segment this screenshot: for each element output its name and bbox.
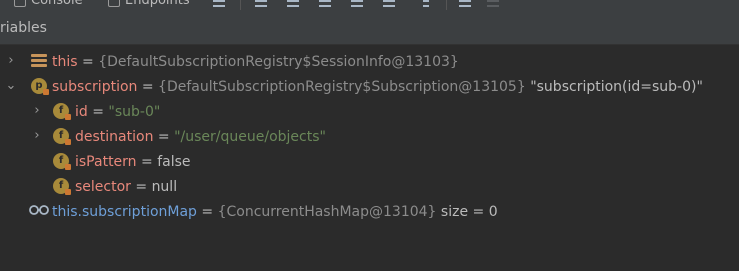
variable-name: destination [75,129,154,145]
tree-row-destination[interactable]: › f destination = "/user/queue/objects" [0,125,739,149]
equals-sign: = [157,129,170,145]
panel-title: riables [0,20,47,36]
variable-value: "/user/queue/objects" [174,129,326,145]
tree-row-ispattern[interactable]: f isPattern = false [0,150,739,174]
variable-tostring: "subscription(id=sub-0)" [530,79,703,95]
tab-console[interactable]: Console [14,0,83,8]
step-out-button[interactable] [350,0,364,9]
equals-sign: = [141,154,153,170]
variable-type: {ConcurrentHashMap@13104} [217,204,437,220]
tree-row-id[interactable]: › f id = "sub-0" [0,100,739,124]
tab-console-label: Console [31,0,83,8]
debug-toolbar: Console Endpoints [0,0,739,11]
tab-endpoints-label: Endpoints [125,0,190,8]
chevron-right-icon[interactable]: › [5,54,17,67]
variable-name: selector [75,179,131,195]
watch-expression-name: this.subscriptionMap [52,204,197,220]
parameter-icon: p [31,78,49,95]
chevron-down-icon[interactable]: ⌄ [5,79,17,92]
field-icon: f [53,178,71,195]
step-over-button[interactable] [254,0,268,9]
chevron-right-icon[interactable]: › [31,129,43,142]
tree-row-subscription[interactable]: ⌄ p subscription = {DefaultSubscriptionR… [0,75,739,99]
collection-size: size = 0 [440,204,498,220]
tree-row-this[interactable]: › this = {DefaultSubscriptionRegistry$Se… [0,50,739,74]
evaluate-expression-button[interactable] [458,0,472,9]
console-icon [14,0,26,7]
trace-stream-button[interactable] [486,0,500,9]
endpoints-icon [108,0,120,7]
tree-row-watch-subscriptionmap[interactable]: this.subscriptionMap = {ConcurrentHashMa… [0,200,739,224]
equals-sign: = [82,54,94,70]
restore-layout-button[interactable] [212,0,226,9]
variable-value: false [157,154,191,170]
variable-name: subscription [52,79,138,95]
watch-glasses-icon [29,204,49,220]
force-step-into-button[interactable] [318,0,332,9]
field-icon: f [53,103,71,120]
variable-name: isPattern [75,154,137,170]
equals-sign: = [201,204,214,220]
equals-sign: = [92,104,104,120]
toolbar-separator [446,0,447,10]
variable-name: id [75,104,88,120]
toolbar-separator [240,0,241,10]
tab-endpoints[interactable]: Endpoints [108,0,190,8]
variable-value: "sub-0" [108,104,161,120]
tree-row-selector[interactable]: f selector = null [0,175,739,199]
variable-value: null [151,179,178,195]
field-icon: f [53,128,71,145]
run-to-cursor-button[interactable] [422,0,430,9]
drop-frame-button[interactable] [382,0,396,9]
variable-name: this [52,54,78,70]
variable-type: {DefaultSubscriptionRegistry$Subscriptio… [158,79,526,95]
chevron-right-icon[interactable]: › [31,104,43,117]
variables-panel-header: riables [0,11,739,45]
object-stack-icon [31,54,47,70]
field-icon: f [53,153,71,170]
equals-sign: = [141,79,154,95]
equals-sign: = [135,179,148,195]
step-into-button[interactable] [286,0,300,9]
variable-type: {DefaultSubscriptionRegistry$SessionInfo… [98,54,459,70]
